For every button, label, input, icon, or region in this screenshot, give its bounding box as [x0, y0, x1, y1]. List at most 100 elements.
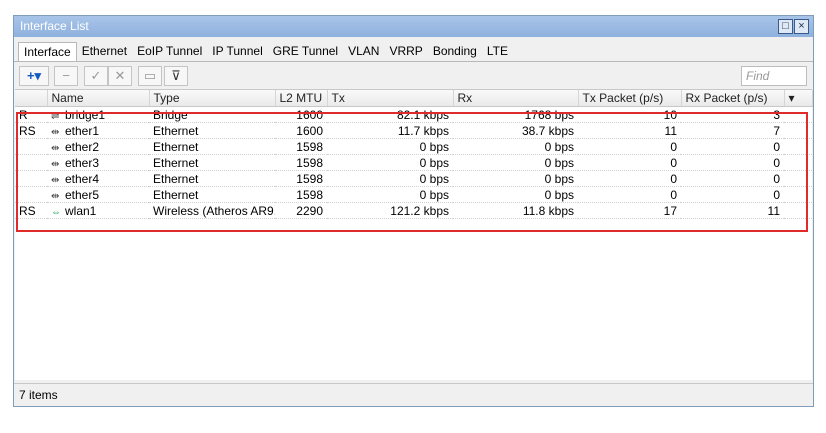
col-flag[interactable] — [15, 90, 48, 107]
window-title: Interface List — [20, 19, 89, 33]
interface-type: Wireless (Atheros AR9... — [149, 202, 275, 219]
toolbar: +▾ − ✓ ✕ ▭ ⊽ Find — [14, 61, 813, 88]
interface-name: ether4 — [65, 171, 100, 186]
interface-tx: 11.7 kbps — [327, 122, 453, 139]
interface-mtu: 2290 — [275, 202, 327, 219]
tab-ethernet[interactable]: Ethernet — [77, 42, 132, 61]
interface-type: Ethernet — [149, 122, 275, 139]
interface-rx: 0 bps — [453, 154, 578, 171]
interface-rx-packet: 11 — [681, 202, 784, 219]
col-rx[interactable]: Rx — [453, 90, 579, 107]
title-bar[interactable]: Interface List □ × — [14, 16, 813, 37]
interface-name: ether1 — [65, 123, 100, 138]
interface-rx: 11.8 kbps — [453, 202, 578, 219]
interface-list-window: Interface List □ × Interface Ethernet Eo… — [13, 15, 814, 407]
table-row[interactable]: RS ⇹ ether1 Ethernet 1600 11.7 kbps 38.7 … — [15, 122, 812, 139]
col-tx-packet[interactable]: Tx Packet (p/s) — [578, 90, 682, 107]
tab-eoip-tunnel[interactable]: EoIP Tunnel — [132, 42, 207, 61]
interface-name: ether2 — [65, 139, 100, 154]
filter-button[interactable]: ⊽ — [164, 66, 188, 86]
interface-tx: 121.2 kbps — [327, 202, 453, 219]
tab-bar: Interface Ethernet EoIP Tunnel IP Tunnel… — [18, 42, 513, 62]
col-tx[interactable]: Tx — [327, 90, 454, 107]
bridge-icon: ⇌ — [51, 110, 60, 122]
interface-mtu: 1598 — [275, 138, 327, 155]
interface-tx: 0 bps — [327, 186, 453, 203]
table-header: Name Type L2 MTU Tx Rx Tx Packet (p/s) R… — [15, 90, 813, 107]
interface-rx: 0 bps — [453, 138, 578, 155]
interface-rx-packet: 0 — [681, 154, 784, 171]
interface-rx-packet: 0 — [681, 170, 784, 187]
find-input[interactable]: Find — [741, 66, 807, 86]
tab-ip-tunnel[interactable]: IP Tunnel — [207, 42, 267, 61]
interface-mtu: 1600 — [275, 122, 327, 139]
interface-tx: 0 bps — [327, 138, 453, 155]
ethernet-icon: ⇹ — [51, 190, 60, 202]
interface-tx: 0 bps — [327, 154, 453, 171]
interface-name: wlan1 — [65, 203, 97, 218]
col-name[interactable]: Name — [47, 90, 150, 107]
row-flag — [15, 154, 47, 171]
tab-bonding[interactable]: Bonding — [428, 42, 482, 61]
tab-vrrp[interactable]: VRRP — [384, 42, 427, 61]
ethernet-icon: ⇹ — [51, 142, 60, 154]
col-l2mtu[interactable]: L2 MTU — [275, 90, 328, 107]
table-row[interactable]: ⇹ ether5 Ethernet 1598 0 bps 0 bps 0 0 — [15, 186, 812, 203]
interface-type: Bridge — [149, 106, 275, 123]
interface-tx-packet: 0 — [578, 170, 681, 187]
interface-type: Ethernet — [149, 186, 275, 203]
row-flag: RS — [15, 202, 47, 219]
tab-gre-tunnel[interactable]: GRE Tunnel — [268, 42, 343, 61]
interface-type: Ethernet — [149, 138, 275, 155]
interface-tx-packet: 11 — [578, 122, 681, 139]
close-icon[interactable]: × — [794, 19, 809, 34]
ethernet-icon: ⇹ — [51, 158, 60, 170]
interface-tx-packet: 10 — [578, 106, 681, 123]
table-row[interactable]: ⇹ ether2 Ethernet 1598 0 bps 0 bps 0 0 — [15, 138, 812, 155]
interface-table: Name Type L2 MTU Tx Rx Tx Packet (p/s) R… — [15, 89, 813, 380]
table-row[interactable]: RS ⇔ wlan1 Wireless (Atheros AR9... 2290 … — [15, 202, 812, 219]
col-rx-packet[interactable]: Rx Packet (p/s) — [681, 90, 785, 107]
interface-rx: 0 bps — [453, 170, 578, 187]
interface-mtu: 1598 — [275, 186, 327, 203]
comment-button[interactable]: ▭ — [138, 66, 162, 86]
tab-vlan[interactable]: VLAN — [343, 42, 384, 61]
interface-tx-packet: 0 — [578, 154, 681, 171]
disable-button[interactable]: ✕ — [108, 66, 132, 86]
interface-rx-packet: 0 — [681, 186, 784, 203]
row-flag: R — [15, 106, 47, 123]
row-flag — [15, 138, 47, 155]
table-row[interactable]: R ⇌ bridge1 Bridge 1600 82.1 kbps 1768 bp… — [15, 106, 812, 123]
interface-rx-packet: 7 — [681, 122, 784, 139]
remove-button[interactable]: − — [54, 66, 78, 86]
ethernet-icon: ⇹ — [51, 174, 60, 186]
row-flag — [15, 170, 47, 187]
table-row[interactable]: ⇹ ether3 Ethernet 1598 0 bps 0 bps 0 0 — [15, 154, 812, 171]
column-menu-icon[interactable]: ▾ — [784, 90, 813, 107]
interface-mtu: 1600 — [275, 106, 327, 123]
interface-name: ether3 — [65, 155, 100, 170]
enable-button[interactable]: ✓ — [84, 66, 108, 86]
interface-tx-packet: 17 — [578, 202, 681, 219]
interface-rx: 0 bps — [453, 186, 578, 203]
wireless-icon: ⇔ — [51, 206, 61, 218]
interface-mtu: 1598 — [275, 170, 327, 187]
col-type[interactable]: Type — [149, 90, 276, 107]
tab-lte[interactable]: LTE — [482, 42, 513, 61]
interface-rx-packet: 0 — [681, 138, 784, 155]
interface-tx: 82.1 kbps — [327, 106, 453, 123]
status-bar: 7 items — [14, 383, 813, 406]
interface-mtu: 1598 — [275, 154, 327, 171]
row-flag — [15, 186, 47, 203]
table-row[interactable]: ⇹ ether4 Ethernet 1598 0 bps 0 bps 0 0 — [15, 170, 812, 187]
interface-name: bridge1 — [65, 107, 106, 122]
tab-interface[interactable]: Interface — [18, 42, 77, 62]
maximize-icon[interactable]: □ — [778, 19, 793, 34]
add-button[interactable]: +▾ — [19, 66, 49, 86]
ethernet-icon: ⇹ — [51, 126, 60, 138]
interface-tx-packet: 0 — [578, 186, 681, 203]
interface-rx-packet: 3 — [681, 106, 784, 123]
interface-rx: 38.7 kbps — [453, 122, 578, 139]
interface-tx: 0 bps — [327, 170, 453, 187]
interface-type: Ethernet — [149, 170, 275, 187]
